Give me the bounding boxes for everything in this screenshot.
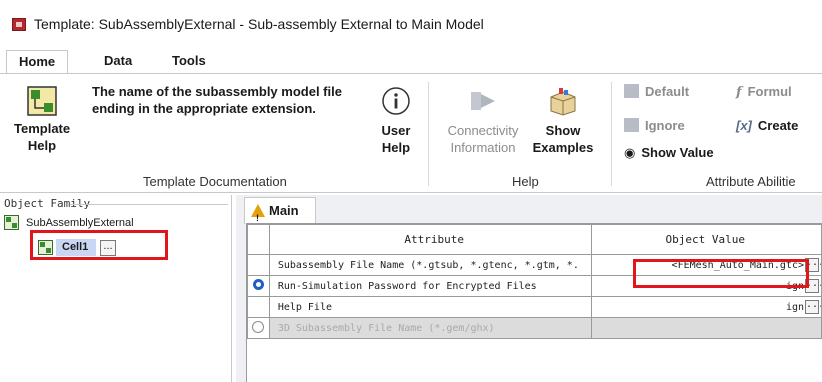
tab-main[interactable]: Main bbox=[244, 197, 316, 231]
attribute-name: Run-Simulation Password for Encrypted Fi… bbox=[268, 275, 592, 297]
attribute-value[interactable]: ign bbox=[786, 302, 804, 313]
show-examples-line1: Show bbox=[545, 123, 581, 138]
table-row: 3D Subassembly File Name (*.gem/ghx) bbox=[247, 317, 822, 339]
tree-root-label[interactable]: SubAssemblyExternal bbox=[26, 217, 134, 229]
help-group-label: Help bbox=[512, 174, 539, 189]
ribbon-panel: Template Help The name of the subassembl… bbox=[0, 73, 822, 193]
table-row: Help File ign... bbox=[247, 296, 822, 318]
attribute-value-cell bbox=[590, 317, 822, 339]
variable-icon: [x] bbox=[736, 118, 752, 133]
attribute-name: Subassembly File Name (*.gtsub, *.gtenc,… bbox=[268, 254, 592, 276]
ribbon-tabs: Home Data Tools bbox=[0, 50, 822, 74]
attribute-grid: Attribute Object Value Subassembly File … bbox=[246, 223, 822, 382]
template-help-line1: Template bbox=[14, 121, 71, 136]
value-ellipsis-button[interactable]: ... bbox=[805, 300, 820, 314]
template-help-button[interactable]: Template Help bbox=[14, 86, 70, 154]
template-documentation-label: Template Documentation bbox=[143, 174, 287, 189]
show-examples-button[interactable]: Show Examples bbox=[527, 86, 599, 156]
group-divider bbox=[428, 82, 429, 186]
connectivity-line2: Information bbox=[450, 140, 516, 155]
default-button[interactable]: Default bbox=[624, 83, 689, 101]
show-examples-line2: Examples bbox=[532, 140, 594, 155]
create-label: Create bbox=[757, 118, 799, 133]
connectivity-line1: Connectivity bbox=[447, 123, 519, 138]
tab-data[interactable]: Data bbox=[92, 50, 144, 74]
window-title: Template: SubAssemblyExternal - Sub-asse… bbox=[34, 16, 484, 32]
eye-icon: ◉ bbox=[624, 145, 636, 160]
connectivity-icon bbox=[471, 92, 495, 110]
row-selector[interactable] bbox=[247, 317, 270, 339]
info-icon bbox=[382, 87, 410, 115]
title-bar: Template: SubAssemblyExternal - Sub-asse… bbox=[0, 0, 822, 44]
show-value-button[interactable]: ◉ Show Value bbox=[624, 144, 714, 162]
attribute-name: 3D Subassembly File Name (*.gem/ghx) bbox=[268, 317, 592, 339]
row-selector[interactable] bbox=[247, 254, 270, 276]
grid-corner bbox=[247, 224, 270, 255]
group-divider bbox=[611, 82, 612, 186]
object-family-panel: Object Family SubAssemblyExternal Cell1 … bbox=[0, 195, 232, 382]
row-selector[interactable] bbox=[247, 275, 270, 297]
connectivity-information-button[interactable]: Connectivity Information bbox=[440, 86, 526, 156]
tab-main-label: Main bbox=[269, 203, 299, 218]
default-icon bbox=[624, 84, 639, 98]
default-label: Default bbox=[645, 84, 690, 99]
tab-home[interactable]: Home bbox=[6, 50, 69, 74]
assembly-icon bbox=[4, 215, 19, 230]
template-description: The name of the subassembly model file e… bbox=[92, 84, 342, 116]
object-family-divider bbox=[70, 204, 228, 205]
ignore-button[interactable]: Ignore bbox=[624, 117, 685, 135]
attribute-value-cell[interactable]: ign... bbox=[590, 296, 822, 318]
row-selector[interactable] bbox=[247, 296, 270, 318]
value-column-header: Object Value bbox=[590, 224, 822, 255]
attribute-abilities-label: Attribute Abilitie bbox=[706, 174, 796, 189]
highlight-box bbox=[633, 259, 809, 288]
warning-icon bbox=[251, 204, 265, 231]
user-help-button[interactable]: User Help bbox=[376, 86, 416, 156]
formula-icon: f bbox=[736, 85, 742, 100]
main-panel: Main Attribute Object Value Subassembly … bbox=[236, 195, 822, 382]
user-help-line2: Help bbox=[381, 140, 411, 155]
create-button[interactable]: [x] Create bbox=[736, 117, 798, 135]
radio-unselected-icon[interactable] bbox=[252, 320, 265, 333]
template-help-line2: Help bbox=[27, 138, 57, 153]
attribute-name: Help File bbox=[268, 296, 592, 318]
show-value-label: Show Value bbox=[641, 145, 714, 160]
ignore-icon bbox=[624, 118, 639, 132]
user-help-line1: User bbox=[381, 123, 411, 138]
formula-label: Formul bbox=[747, 84, 792, 99]
tab-tools[interactable]: Tools bbox=[160, 50, 218, 74]
box-icon bbox=[550, 88, 576, 116]
ignore-label: Ignore bbox=[645, 118, 685, 133]
radio-selected-icon[interactable] bbox=[252, 279, 264, 290]
attribute-column-header: Attribute bbox=[268, 224, 592, 255]
formula-button[interactable]: f Formul bbox=[736, 83, 792, 102]
template-help-icon bbox=[27, 86, 57, 116]
highlight-box bbox=[30, 230, 168, 260]
app-icon bbox=[12, 18, 26, 31]
